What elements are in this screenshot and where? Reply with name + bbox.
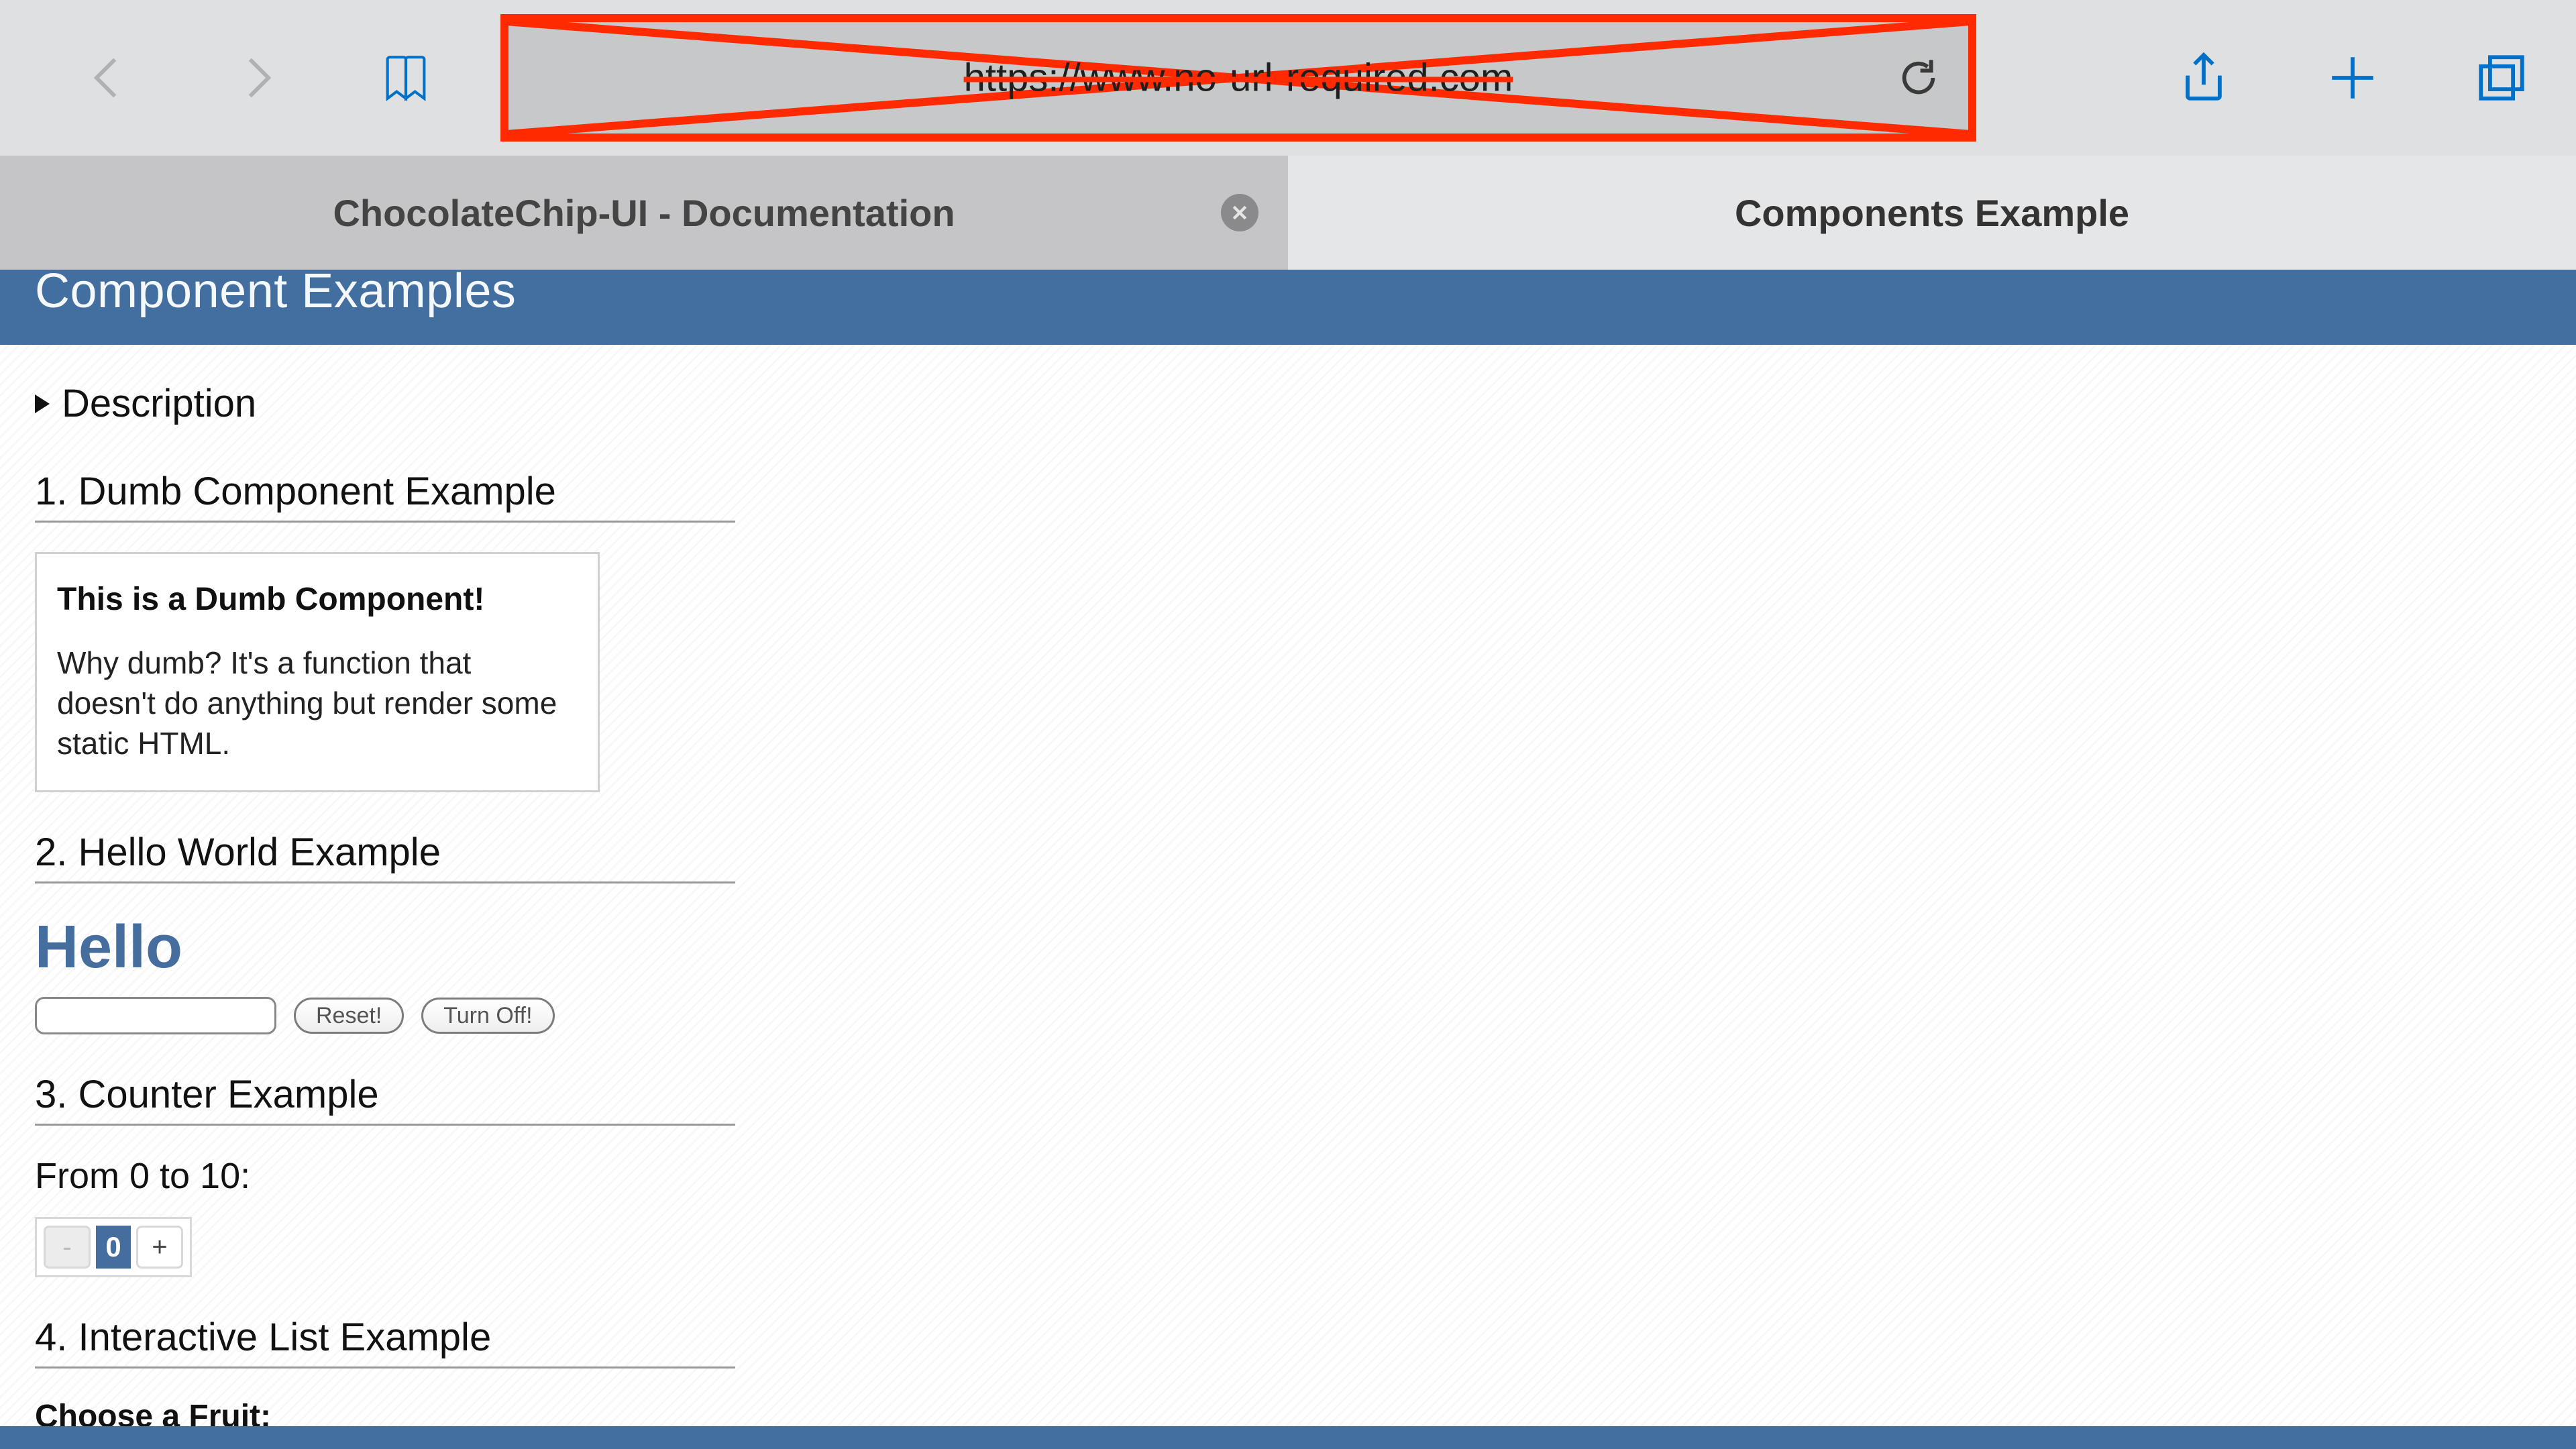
section-interactive-list: 4. Interactive List Example Choose a Fru…: [35, 1315, 2541, 1426]
section-title: 4. Interactive List Example: [35, 1315, 735, 1368]
description-label: Description: [62, 381, 256, 426]
section-title: 1. Dumb Component Example: [35, 469, 735, 523]
tab-label: ChocolateChip-UI - Documentation: [333, 191, 955, 235]
tab-label: Components Example: [1735, 191, 2129, 235]
section-hello-world: 2. Hello World Example Hello Reset! Turn…: [35, 830, 2541, 1034]
tabs-overview-button[interactable]: [2474, 50, 2529, 105]
address-bar[interactable]: https://www.no-url-required.com: [500, 14, 1976, 142]
tab-documentation[interactable]: ChocolateChip-UI - Documentation: [0, 156, 1288, 270]
counter-decrement-button[interactable]: -: [44, 1226, 91, 1269]
bookmarks-button[interactable]: [378, 50, 433, 105]
nav-group: [80, 50, 433, 105]
dumb-component-box: This is a Dumb Component! Why dumb? It's…: [35, 552, 600, 792]
counter-increment-button[interactable]: +: [136, 1226, 183, 1269]
turn-off-button[interactable]: Turn Off!: [421, 998, 554, 1034]
tab-components-example[interactable]: Components Example: [1288, 156, 2576, 270]
tab-close-button[interactable]: [1221, 194, 1258, 231]
hello-input[interactable]: [35, 997, 276, 1034]
bottom-blue-bar: [0, 1426, 2576, 1449]
right-toolbar-group: [2176, 50, 2529, 105]
section-dumb-component: 1. Dumb Component Example This is a Dumb…: [35, 469, 2541, 792]
browser-toolbar: https://www.no-url-required.com: [0, 0, 2576, 156]
new-tab-button[interactable]: [2325, 50, 2380, 105]
section-title: 3. Counter Example: [35, 1072, 735, 1126]
page-content: Description 1. Dumb Component Example Th…: [0, 345, 2576, 1426]
disclosure-triangle-icon: [35, 394, 50, 413]
page-banner: Component Examples: [0, 270, 2576, 345]
counter-widget: - 0 +: [35, 1217, 192, 1277]
back-button[interactable]: [80, 50, 136, 105]
address-bar-url: https://www.no-url-required.com: [500, 56, 1976, 101]
reload-icon[interactable]: [1897, 56, 1940, 99]
counter-value: 0: [96, 1226, 131, 1269]
section-title: 2. Hello World Example: [35, 830, 735, 883]
section-counter: 3. Counter Example From 0 to 10: - 0 +: [35, 1072, 2541, 1277]
tab-strip: ChocolateChip-UI - Documentation Compone…: [0, 156, 2576, 270]
share-button[interactable]: [2176, 50, 2231, 105]
counter-range-label: From 0 to 10:: [35, 1155, 2541, 1197]
fruit-list-title: Choose a Fruit:: [35, 1398, 2541, 1426]
reset-button[interactable]: Reset!: [294, 998, 404, 1034]
dumb-body: Why dumb? It's a function that doesn't d…: [57, 643, 578, 763]
hello-output: Hello: [35, 913, 2541, 982]
dumb-title: This is a Dumb Component!: [57, 581, 578, 618]
forward-button[interactable]: [229, 50, 284, 105]
page-banner-title: Component Examples: [35, 271, 516, 311]
description-toggle[interactable]: Description: [35, 381, 2541, 426]
